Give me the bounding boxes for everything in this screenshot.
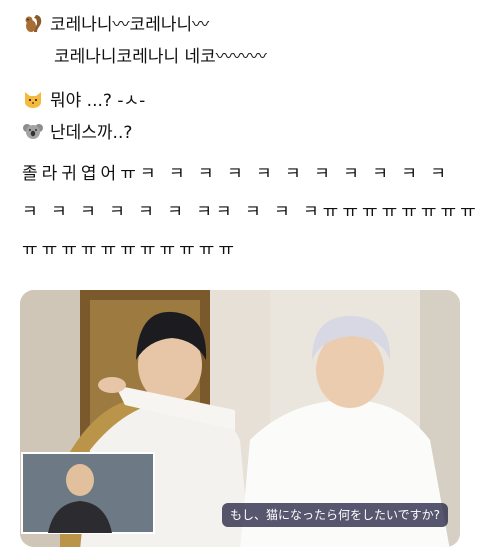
tweet-line-text: 뭐야 ...? -ㅅ- — [50, 91, 146, 111]
koala-icon — [23, 124, 43, 139]
tweet-line-4: 난데스까..? — [22, 120, 132, 144]
tweet-line-3: 뭐야 ...? -ㅅ- — [22, 88, 145, 112]
cat-icon — [25, 92, 41, 108]
tweet-line-1: 코레나니〰코레나니〰 — [22, 12, 209, 36]
tweet-line-text: 코레나니〰코레나니〰 — [50, 15, 210, 35]
tweet-line-2: 코레나니코레나니 네코〰〰〰 — [54, 46, 267, 68]
tweet-reaction-2: ㅋ ㅋ ㅋ ㅋ ㅋ ㅋ ㅋㅋ ㅋ ㅋ ㅋㅠㅠㅠㅠㅠㅠㅠㅠ — [22, 202, 480, 222]
tweet-line-text: 코레나니코레나니 네코〰〰〰 — [54, 47, 267, 67]
tweet-media-image[interactable]: もし、猫になったら何をしたいですか? — [20, 290, 460, 547]
tweet-reaction-3: ㅠㅠㅠㅠㅠㅠㅠㅠㅠㅠㅠ — [22, 240, 239, 260]
video-caption: もし、猫になったら何をしたいですか? — [221, 503, 448, 527]
squirrel-icon — [25, 15, 42, 32]
tweet-line-text: 난데스까..? — [50, 123, 133, 143]
tweet-reaction-1: 졸라귀엽어ㅠㅋ ㅋ ㅋ ㅋ ㅋ ㅋ ㅋ ㅋ ㅋ ㅋ ㅋ — [22, 164, 450, 184]
